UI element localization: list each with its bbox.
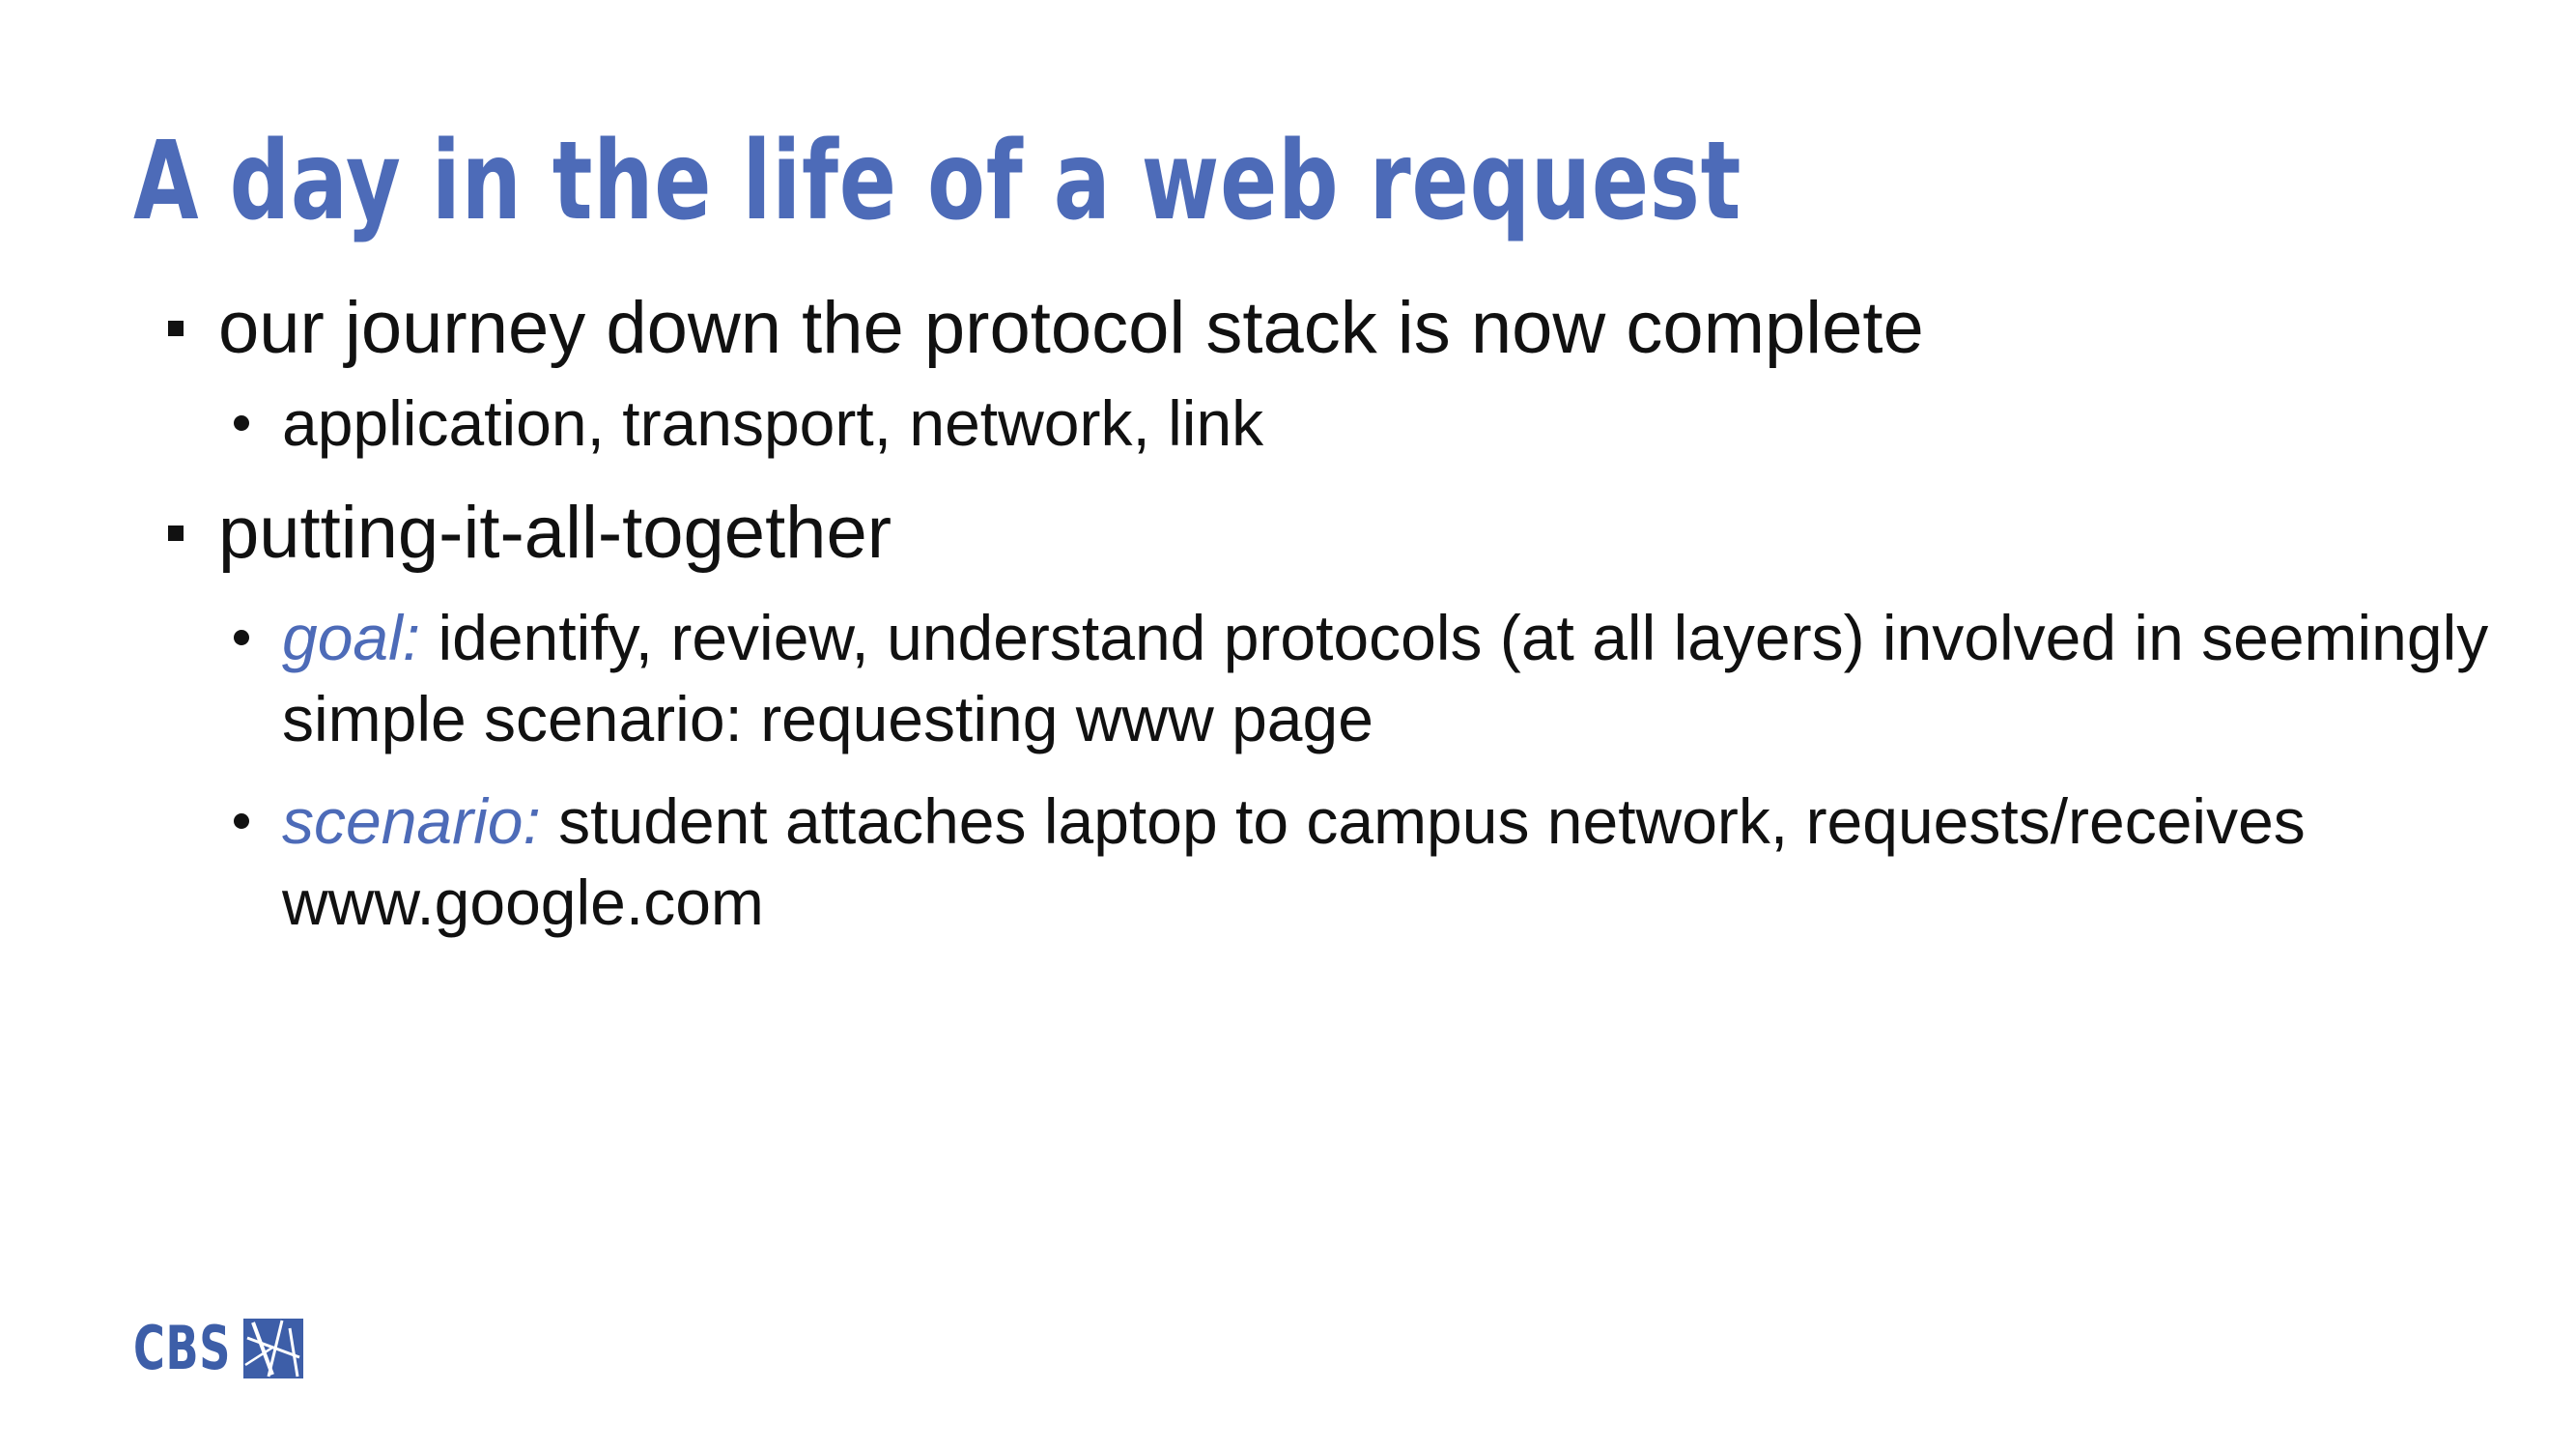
- goal-label: goal:: [282, 602, 421, 673]
- goal-text: identify, review, understand protocols (…: [282, 602, 2489, 754]
- bullet-point-2: putting-it-all-together: [164, 485, 2521, 582]
- sub-bullet-2-2: scenario: student attaches laptop to cam…: [164, 781, 2521, 943]
- cbs-logo-icon: [243, 1319, 303, 1378]
- round-bullet-icon: [234, 630, 249, 645]
- sub-bullet-1-1-text: application, transport, network, link: [282, 387, 1264, 459]
- square-bullet-icon: [168, 321, 184, 336]
- square-bullet-icon: [168, 526, 184, 541]
- bullet-point-2-text: putting-it-all-together: [218, 492, 892, 574]
- round-bullet-icon: [234, 813, 249, 829]
- scenario-text: student attaches laptop to campus networ…: [282, 785, 2306, 938]
- sub-bullet-2-1: goal: identify, review, understand proto…: [164, 597, 2521, 759]
- logo-text: CBS: [133, 1313, 232, 1383]
- bullet-point-1-text: our journey down the protocol stack is n…: [218, 287, 1924, 369]
- slide-content: our journey down the protocol stack is n…: [164, 280, 2521, 943]
- round-bullet-icon: [234, 415, 249, 431]
- scenario-label: scenario:: [282, 785, 541, 857]
- slide: A day in the life of a web request our j…: [0, 0, 2576, 1449]
- bullet-point-1: our journey down the protocol stack is n…: [164, 280, 2521, 377]
- sub-bullet-1-1: application, transport, network, link: [164, 383, 2521, 464]
- slide-title: A day in the life of a web request: [133, 119, 1742, 244]
- cbs-logo: CBS: [133, 1318, 303, 1379]
